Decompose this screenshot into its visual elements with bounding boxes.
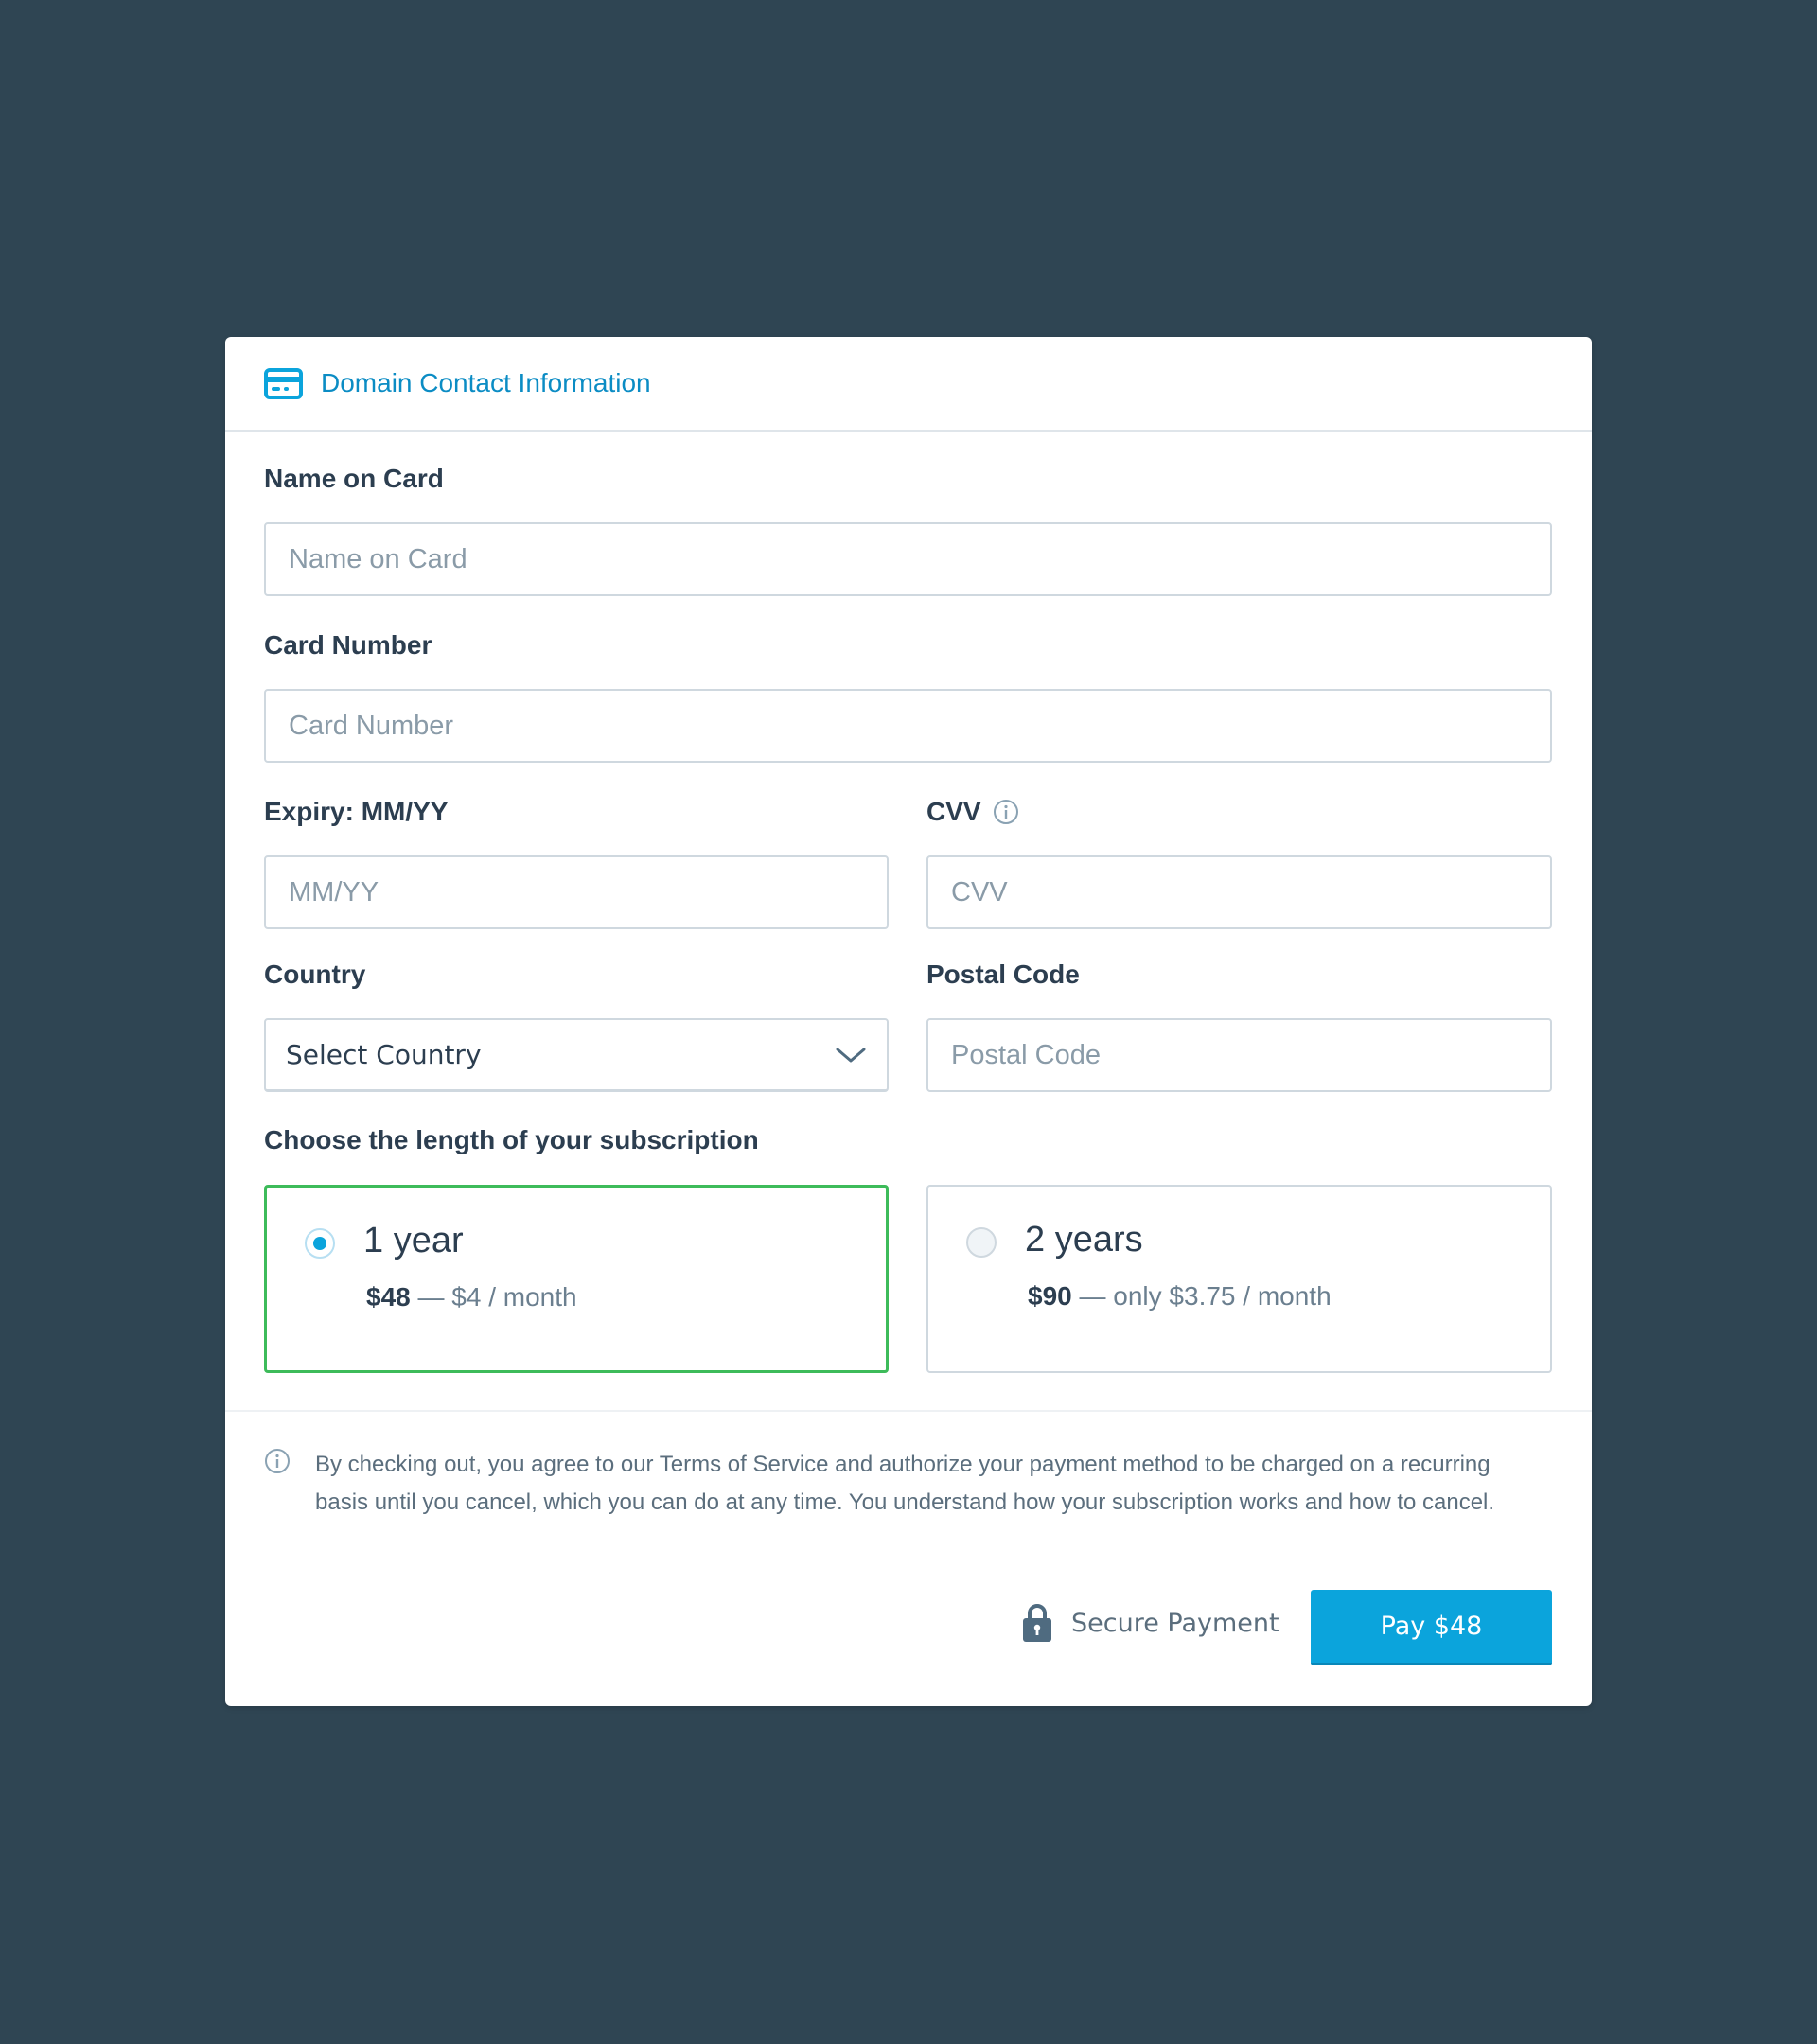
plan-price: $48 — $4 / month — [366, 1282, 577, 1313]
card-number-label: Card Number — [264, 630, 432, 660]
info-icon[interactable] — [993, 799, 1019, 825]
country-select-value: Select Country — [286, 1039, 482, 1070]
postal-code-label: Postal Code — [926, 960, 1080, 989]
card-header: Domain Contact Information — [225, 337, 1592, 432]
expiry-input[interactable] — [264, 855, 889, 929]
plan-option-2-years[interactable]: 2 years $90 — only $3.75 / month — [926, 1185, 1552, 1373]
credit-card-icon — [264, 367, 303, 399]
plan-amount: $90 — [1028, 1281, 1072, 1311]
plan-amount: $48 — [366, 1282, 411, 1312]
payment-card: Domain Contact Information Name on Card … — [225, 337, 1592, 1706]
cvv-input[interactable] — [926, 855, 1552, 929]
plan-title: 1 year — [363, 1221, 464, 1260]
secure-payment: Secure Payment — [1022, 1603, 1279, 1643]
divider — [225, 1410, 1592, 1412]
country-label: Country — [264, 960, 366, 989]
plan-separator: — — [410, 1282, 452, 1312]
subscription-label: Choose the length of your subscription — [264, 1125, 759, 1154]
plan-price: $90 — only $3.75 / month — [1028, 1281, 1332, 1312]
plan-radio-1-year[interactable] — [305, 1228, 335, 1259]
plan-radio-2-years[interactable] — [966, 1227, 997, 1258]
secure-payment-label: Secure Payment — [1071, 1608, 1279, 1638]
plan-title: 2 years — [1025, 1220, 1143, 1260]
card-number-input[interactable] — [264, 689, 1552, 763]
page-title: Domain Contact Information — [321, 368, 651, 397]
terms-notice: By checking out, you agree to our Terms … — [264, 1446, 1570, 1522]
name-on-card-input[interactable] — [264, 522, 1552, 596]
pay-button[interactable]: Pay $48 — [1311, 1590, 1552, 1665]
plan-detail: only $3.75 / month — [1113, 1281, 1332, 1311]
cvv-label-row: CVV — [926, 797, 1019, 827]
expiry-label: Expiry: MM/YY — [264, 797, 449, 826]
cvv-label: CVV — [926, 797, 981, 826]
plan-separator: — — [1071, 1281, 1114, 1311]
country-select[interactable]: Select Country — [264, 1018, 889, 1092]
terms-notice-text: By checking out, you agree to our Terms … — [315, 1452, 1495, 1515]
plan-detail: $4 / month — [451, 1282, 577, 1312]
info-icon — [265, 1449, 290, 1473]
chevron-down-icon — [836, 1048, 866, 1062]
name-on-card-label: Name on Card — [264, 464, 444, 493]
plan-option-1-year[interactable]: 1 year $48 — $4 / month — [264, 1185, 889, 1373]
postal-code-input[interactable] — [926, 1018, 1552, 1092]
lock-icon — [1023, 1604, 1051, 1642]
